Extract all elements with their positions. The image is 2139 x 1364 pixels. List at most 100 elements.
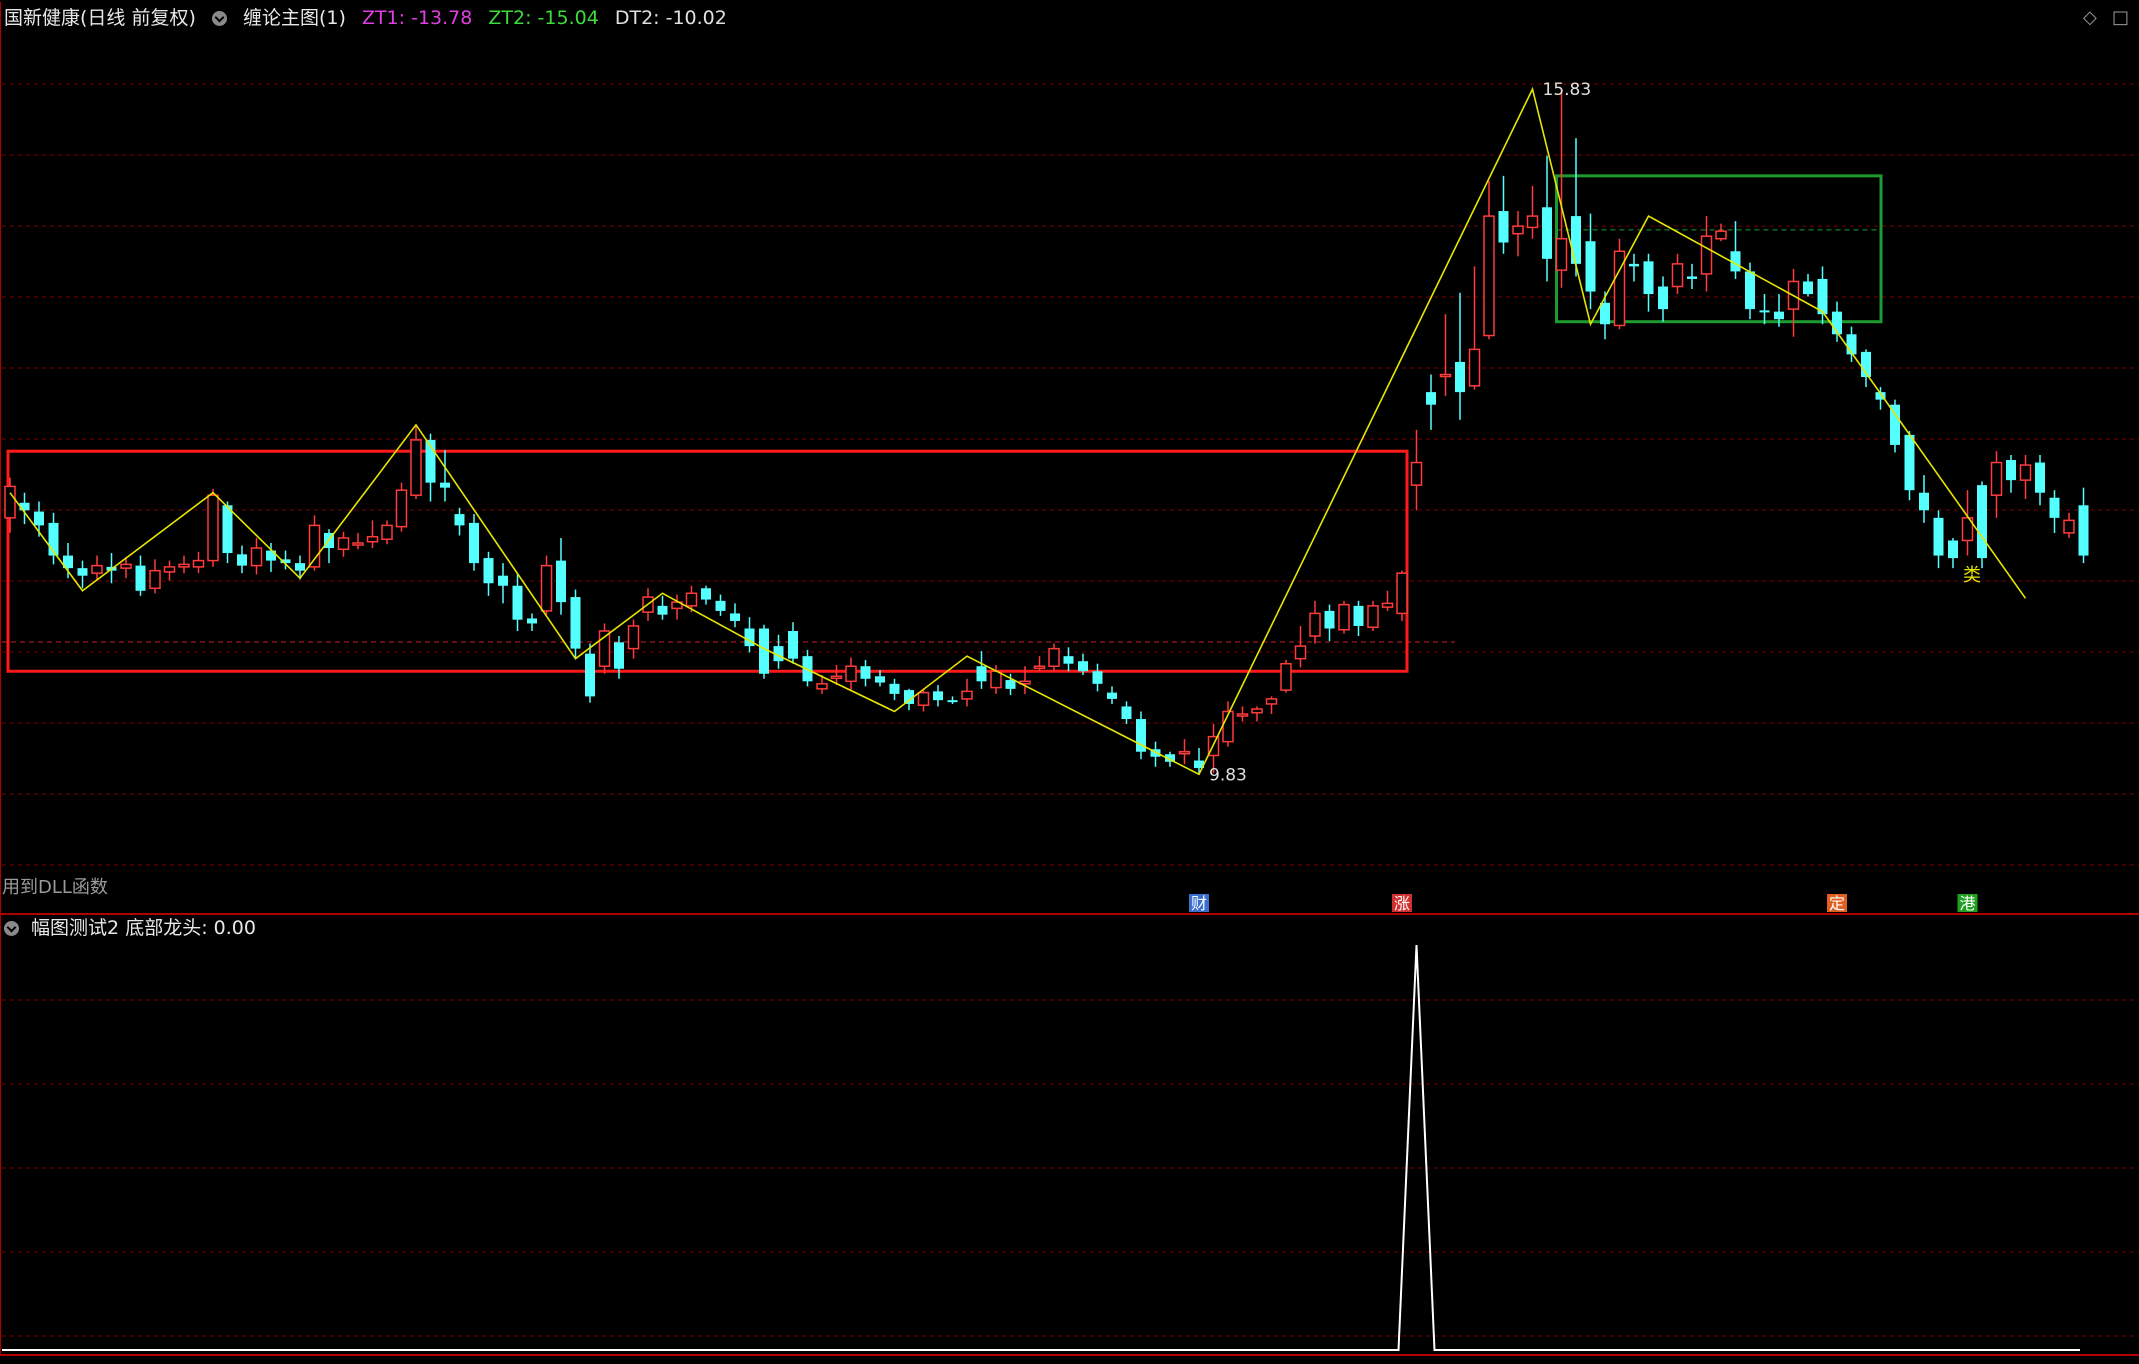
- candle-body: [1715, 230, 1727, 240]
- candle: [889, 678, 900, 701]
- candle: [1294, 625, 1307, 668]
- candle-body: [1759, 310, 1770, 313]
- boxes-layer: [6, 174, 1883, 673]
- candle: [527, 613, 537, 632]
- candle: [63, 543, 73, 579]
- candle-body: [1671, 263, 1684, 288]
- candle: [1687, 263, 1697, 290]
- candle: [1367, 600, 1379, 632]
- candle-body: [701, 588, 711, 600]
- chevron-down-icon[interactable]: [4, 921, 19, 936]
- candle-body: [1585, 241, 1596, 292]
- candle-body: [1078, 661, 1088, 672]
- bottom-marker: 财: [1191, 894, 1207, 913]
- bottom-marker: 定: [1829, 894, 1845, 913]
- pivot-label: 类: [1963, 565, 1981, 586]
- chart-title: 国新健康(日线 前复权): [4, 7, 196, 29]
- candle: [671, 594, 683, 620]
- candle: [556, 537, 566, 615]
- candle-body: [295, 563, 305, 571]
- candle-body: [222, 505, 233, 554]
- candle: [2063, 512, 2075, 538]
- candle: [149, 559, 161, 594]
- candle-body: [976, 666, 987, 682]
- candle: [570, 589, 581, 659]
- candle-body: [1178, 750, 1191, 755]
- candle: [1787, 268, 1800, 337]
- candle-body: [1294, 645, 1307, 660]
- candle: [1803, 273, 1813, 297]
- maximize-icon[interactable]: □: [2112, 7, 2129, 28]
- candle: [1121, 701, 1132, 725]
- candle-body: [352, 542, 364, 546]
- candle-body: [192, 559, 205, 568]
- candle-body: [207, 494, 219, 562]
- candle: [1194, 747, 1204, 775]
- sub-indicator-value: 底部龙头: 0.00: [125, 917, 256, 939]
- candle: [773, 634, 784, 669]
- bottom-marker: 港: [1960, 894, 1976, 913]
- candle-body: [1265, 698, 1278, 705]
- zt1-value: ZT1: -13.78: [361, 7, 473, 29]
- sub-indicator-name[interactable]: 幅图测试2: [31, 917, 119, 939]
- candle-body: [440, 482, 450, 488]
- candle-body: [135, 565, 146, 591]
- candle: [337, 531, 350, 557]
- candle-body: [845, 665, 857, 683]
- candle: [425, 433, 436, 502]
- candle: [1309, 600, 1321, 644]
- candle: [598, 623, 611, 674]
- candle: [1178, 739, 1191, 765]
- candle-body: [91, 564, 103, 574]
- candle-body: [1904, 434, 1915, 491]
- candle-body: [1063, 656, 1074, 664]
- candle-body: [454, 514, 465, 526]
- candle: [1759, 294, 1770, 325]
- chart-stage: 15.83 9.83 财 涨 定 港 类 国新健康(日线 前复权) 缠论主图(1) ZT1:…: [0, 0, 2139, 1360]
- candle: [845, 657, 857, 691]
- candle-body: [4, 485, 16, 519]
- candle-body: [1571, 216, 1581, 264]
- candle-body: [730, 613, 740, 621]
- price-annotation: 15.83: [1543, 80, 1592, 100]
- diamond-icon[interactable]: ◇: [2083, 7, 2097, 28]
- candle: [1643, 253, 1654, 312]
- label-layer: 15.83 9.83 财 涨 定 港 类: [1189, 80, 1981, 913]
- candle-body: [1455, 361, 1465, 393]
- candle-body: [1555, 237, 1568, 271]
- candle-body: [540, 564, 553, 612]
- indicator-name[interactable]: 缠论主图(1): [243, 7, 346, 29]
- candle: [1033, 656, 1046, 672]
- candle: [947, 696, 958, 704]
- candle: [410, 424, 422, 499]
- candle: [788, 622, 798, 664]
- candle-body: [1890, 404, 1900, 445]
- candle-body: [2006, 460, 2016, 481]
- candle: [395, 482, 408, 532]
- chevron-down-icon[interactable]: [211, 11, 227, 26]
- candle-body: [1512, 225, 1524, 235]
- candle-body: [788, 631, 798, 659]
- candle: [192, 551, 205, 574]
- candle-body: [1629, 263, 1639, 267]
- candle: [1468, 266, 1481, 390]
- candle-body: [308, 524, 321, 568]
- candle-body: [1643, 261, 1654, 295]
- candle-body: [2019, 464, 2032, 481]
- candle: [1498, 175, 1509, 254]
- candle: [1961, 490, 1974, 556]
- candle-body: [395, 489, 408, 528]
- candle: [1977, 481, 1987, 569]
- candle-body: [1280, 662, 1292, 691]
- candle-body: [1324, 610, 1335, 629]
- candle-body: [830, 675, 843, 680]
- candle-body: [917, 691, 930, 706]
- candle-body: [1468, 348, 1481, 387]
- candle-body: [527, 618, 537, 624]
- candle: [730, 603, 740, 628]
- candle: [2035, 454, 2045, 506]
- candle: [1324, 604, 1335, 642]
- candle-body: [366, 535, 379, 543]
- candle-body: [1367, 605, 1379, 628]
- candle-body: [614, 642, 624, 669]
